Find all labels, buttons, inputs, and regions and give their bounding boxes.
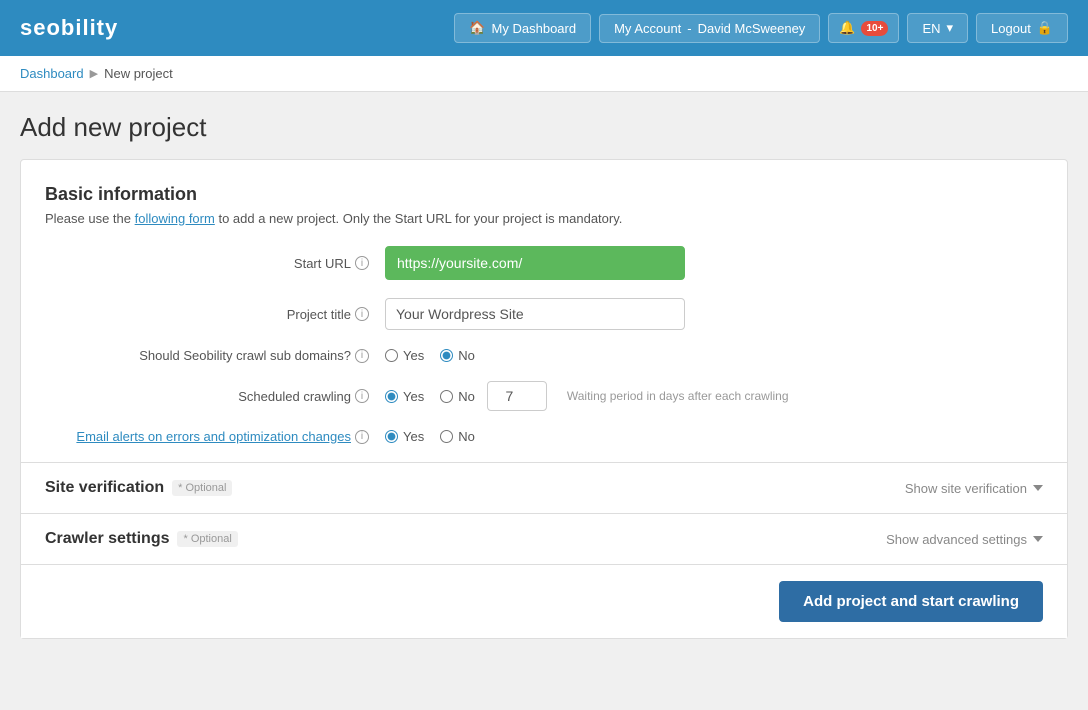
scheduled-row: Scheduled crawling i Yes No Waiting peri… — [45, 381, 1043, 411]
form-card: Basic information Please use the followi… — [20, 159, 1068, 639]
form-footer: Add project and start crawling — [21, 564, 1067, 638]
scheduled-no-option[interactable]: No — [440, 389, 475, 404]
scheduled-days-hint: Waiting period in days after each crawli… — [567, 389, 789, 403]
form-section-desc: Please use the following form to add a n… — [45, 211, 1043, 226]
submit-button[interactable]: Add project and start crawling — [779, 581, 1043, 622]
language-button[interactable]: EN ▾ — [907, 13, 968, 43]
subdomain-no-option[interactable]: No — [440, 348, 475, 363]
start-url-row: Start URL i — [45, 246, 1043, 280]
main-content: Add new project Basic information Please… — [0, 92, 1088, 659]
site-verification-section: Site verification * Optional Show site v… — [21, 462, 1067, 513]
start-url-info-icon[interactable]: i — [355, 256, 369, 270]
lock-icon: 🔒 — [1037, 20, 1053, 36]
crawler-settings-title: Crawler settings * Optional — [45, 530, 238, 548]
notifications-button[interactable]: 🔔 10+ — [828, 13, 899, 43]
subdomain-yes-radio[interactable] — [385, 349, 398, 362]
subdomain-label: Should Seobility crawl sub domains? i — [65, 348, 385, 363]
scheduled-label: Scheduled crawling i — [65, 389, 385, 404]
start-url-control — [385, 246, 1043, 280]
site-verification-toggle-label[interactable]: Show site verification — [905, 481, 1043, 496]
email-alerts-label: Email alerts on errors and optimization … — [65, 429, 385, 444]
email-alerts-info-icon[interactable]: i — [355, 430, 369, 444]
page-title: Add new project — [20, 112, 1068, 143]
subdomain-no-radio[interactable] — [440, 349, 453, 362]
my-account-button[interactable]: My Account - David McSweeney — [599, 14, 820, 43]
site-verification-title: Site verification * Optional — [45, 479, 232, 497]
start-url-input[interactable] — [385, 246, 685, 280]
project-title-info-icon[interactable]: i — [355, 307, 369, 321]
crawler-settings-toggle-label[interactable]: Show advanced settings — [886, 532, 1043, 547]
header: seobility 🏠 My Dashboard My Account - Da… — [0, 0, 1088, 56]
my-dashboard-button[interactable]: 🏠 My Dashboard — [454, 13, 591, 43]
chevron-down-icon — [1033, 485, 1043, 491]
subdomain-row: Should Seobility crawl sub domains? i Ye… — [45, 348, 1043, 363]
project-title-control — [385, 298, 1043, 330]
project-title-row: Project title i — [45, 298, 1043, 330]
crawler-settings-optional-badge: * Optional — [177, 531, 237, 547]
email-alerts-row: Email alerts on errors and optimization … — [45, 429, 1043, 444]
breadcrumb-arrow: ▶ — [90, 67, 98, 80]
subdomain-yes-option[interactable]: Yes — [385, 348, 424, 363]
scheduled-no-radio[interactable] — [440, 390, 453, 403]
chevron-down-icon: ▾ — [947, 20, 954, 36]
breadcrumb-current: New project — [104, 66, 173, 81]
email-alerts-radio-group: Yes No — [385, 429, 475, 444]
scheduled-yes-radio[interactable] — [385, 390, 398, 403]
email-alerts-control: Yes No — [385, 429, 1043, 444]
subdomain-radio-group: Yes No — [385, 348, 475, 363]
scheduled-radio-group: Yes No — [385, 389, 475, 404]
subdomain-control: Yes No — [385, 348, 1043, 363]
scheduled-info-icon[interactable]: i — [355, 389, 369, 403]
home-icon: 🏠 — [469, 20, 485, 36]
project-title-input[interactable] — [385, 298, 685, 330]
email-alerts-yes-radio[interactable] — [385, 430, 398, 443]
notification-badge: 10+ — [861, 21, 888, 36]
logout-button[interactable]: Logout 🔒 — [976, 13, 1068, 43]
scheduled-yes-option[interactable]: Yes — [385, 389, 424, 404]
form-section-title: Basic information — [45, 184, 1043, 205]
crawler-settings-toggle[interactable]: Crawler settings * Optional Show advance… — [45, 514, 1043, 564]
email-alerts-yes-option[interactable]: Yes — [385, 429, 424, 444]
bell-icon: 🔔 — [839, 20, 855, 36]
chevron-down-icon — [1033, 536, 1043, 542]
form-desc-link[interactable]: following form — [135, 211, 215, 226]
site-verification-toggle[interactable]: Site verification * Optional Show site v… — [45, 463, 1043, 513]
breadcrumb-home-link[interactable]: Dashboard — [20, 66, 84, 81]
logo: seobility — [20, 15, 118, 41]
subdomain-info-icon[interactable]: i — [355, 349, 369, 363]
site-verification-optional-badge: * Optional — [172, 480, 232, 496]
header-nav: 🏠 My Dashboard My Account - David McSwee… — [454, 13, 1068, 43]
email-alerts-no-option[interactable]: No — [440, 429, 475, 444]
email-alerts-link[interactable]: Email alerts on errors and optimization … — [76, 429, 351, 444]
scheduled-control: Yes No Waiting period in days after each… — [385, 381, 1043, 411]
project-title-label: Project title i — [65, 307, 385, 322]
email-alerts-no-radio[interactable] — [440, 430, 453, 443]
crawler-settings-section: Crawler settings * Optional Show advance… — [21, 513, 1067, 564]
scheduled-days-input[interactable] — [487, 381, 547, 411]
start-url-label: Start URL i — [65, 256, 385, 271]
breadcrumb: Dashboard ▶ New project — [0, 56, 1088, 92]
